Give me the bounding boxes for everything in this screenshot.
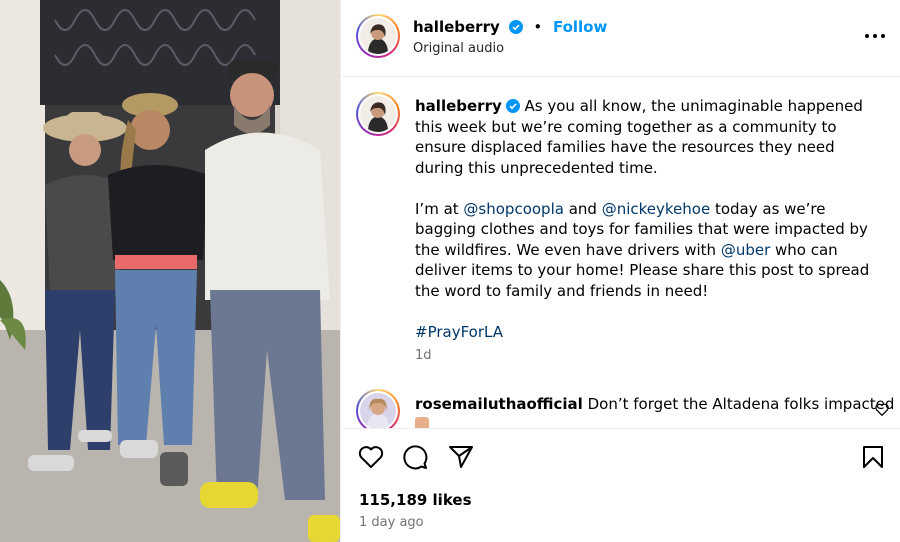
- comment-item: rosemailuthaofficial Don’t forget the Al…: [341, 385, 900, 429]
- commenter-username[interactable]: rosemailuthaofficial: [415, 395, 583, 413]
- caption-timestamp[interactable]: 1d: [415, 348, 432, 363]
- heart-outline: [358, 446, 384, 468]
- author-username[interactable]: halleberry: [413, 18, 500, 36]
- caption-paragraph-2: I’m at @shopcoopla and @nickeykehoe toda…: [415, 199, 871, 302]
- avatar-image: [360, 393, 396, 429]
- avatar-image: [360, 18, 396, 54]
- more-dot: [881, 34, 885, 38]
- audio-link[interactable]: Original audio: [413, 41, 504, 56]
- header-author-line: halleberry • Follow: [413, 18, 607, 36]
- likes-count[interactable]: 115,189 likes: [359, 491, 472, 509]
- avatar-image: [360, 96, 396, 132]
- comment-like-heart-icon[interactable]: [875, 403, 889, 416]
- share-outline: [449, 446, 473, 468]
- separator-dot: •: [533, 18, 543, 36]
- share-paper-plane-icon[interactable]: [447, 443, 475, 471]
- comment-text: rosemailuthaofficial Don’t forget the Al…: [415, 395, 894, 413]
- post-detail-panel: halleberry • Follow Original audio halle…: [340, 0, 900, 542]
- post-header: halleberry • Follow Original audio: [341, 0, 900, 77]
- commenter-avatar[interactable]: [356, 389, 400, 429]
- like-heart-icon[interactable]: [357, 443, 385, 471]
- follow-button[interactable]: Follow: [553, 18, 607, 36]
- more-options-icon[interactable]: [865, 26, 885, 46]
- mention-nickeykehoe[interactable]: @nickeykehoe: [602, 200, 710, 218]
- verified-badge-icon: [508, 20, 523, 34]
- caption-paragraph-1: halleberry As you all know, the unimagin…: [415, 96, 871, 178]
- comment-bubble-icon[interactable]: [401, 443, 429, 471]
- caption-section: halleberry As you all know, the unimagin…: [341, 78, 900, 374]
- caption-text-run: I’m at: [415, 199, 464, 218]
- post-media-video[interactable]: [0, 0, 340, 542]
- mention-uber[interactable]: @uber: [721, 241, 770, 259]
- save-bookmark-icon[interactable]: [859, 443, 887, 471]
- author-avatar[interactable]: [356, 14, 400, 58]
- verified-badge-icon: [505, 99, 520, 113]
- post-age: 1 day ago: [359, 515, 424, 530]
- caption-author-avatar[interactable]: [356, 92, 400, 136]
- comment-body: Don’t forget the Altadena folks impacted: [587, 395, 895, 413]
- post-actions-bar: 115,189 likes 1 day ago: [341, 428, 900, 542]
- video-frame-illustration: [0, 0, 340, 542]
- caption-text-run: and: [563, 199, 602, 218]
- hashtag-prayforla[interactable]: #PrayForLA: [415, 323, 503, 341]
- mention-shopcoopla[interactable]: @shopcoopla: [463, 200, 564, 218]
- caption-text: halleberry As you all know, the unimagin…: [415, 96, 871, 363]
- more-dot: [873, 34, 877, 38]
- caption-author-username[interactable]: halleberry: [415, 97, 502, 115]
- more-dot: [865, 34, 869, 38]
- bookmark-outline: [863, 446, 883, 468]
- caption-paragraph-3: #PrayForLA: [415, 322, 871, 343]
- comment-outline: [403, 445, 428, 470]
